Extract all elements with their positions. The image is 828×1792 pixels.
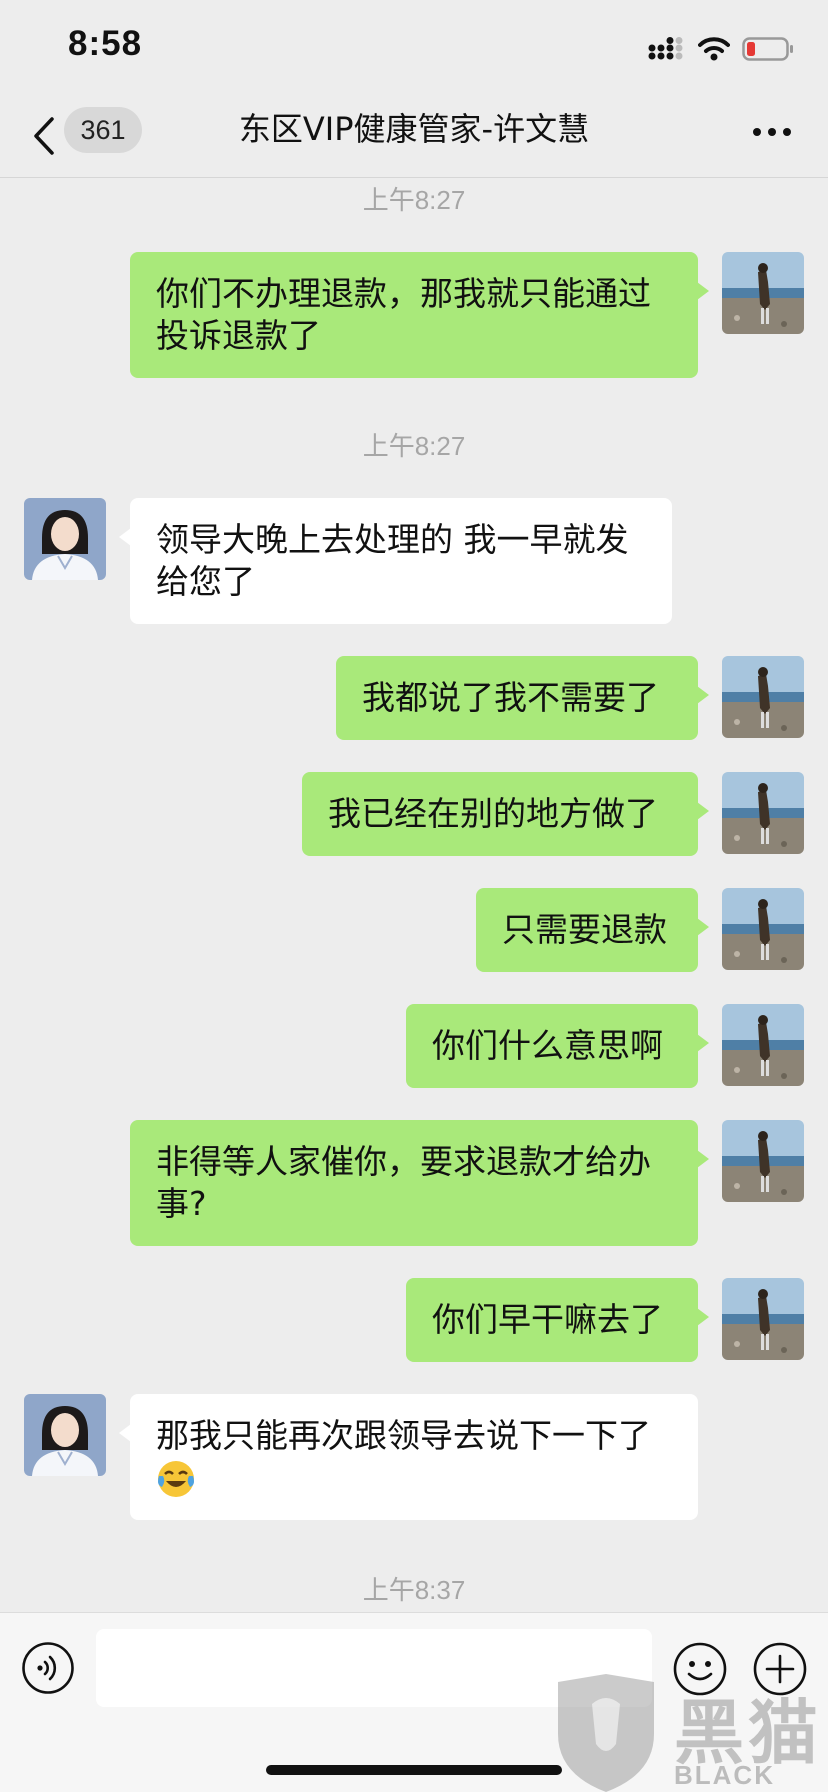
voice-icon[interactable] bbox=[21, 1641, 75, 1695]
beach-photo-avatar-image bbox=[722, 1278, 804, 1360]
contact-avatar[interactable] bbox=[24, 498, 106, 580]
beach-photo-avatar-image bbox=[722, 772, 804, 854]
beach-photo-avatar-image bbox=[722, 252, 804, 334]
consultant-photo-avatar-image bbox=[24, 1394, 106, 1476]
battery-icon bbox=[742, 37, 793, 61]
crying-laughing-emoji-icon bbox=[158, 1461, 194, 1497]
status-icons bbox=[648, 34, 794, 64]
timestamp: 上午8:37 bbox=[362, 1575, 466, 1605]
outgoing-message[interactable]: 你们不办理退款，那我就只能通过投诉退款了 bbox=[130, 252, 709, 378]
my-avatar[interactable] bbox=[722, 772, 804, 854]
outgoing-message[interactable]: 只需要退款 bbox=[476, 888, 709, 972]
timestamp: 上午8:27 bbox=[362, 185, 466, 215]
my-avatar[interactable] bbox=[722, 252, 804, 334]
outgoing-message[interactable]: 你们什么意思啊 bbox=[406, 1004, 709, 1088]
more-icon[interactable] bbox=[752, 126, 792, 138]
home-indicator[interactable] bbox=[266, 1765, 562, 1775]
contact-avatar[interactable] bbox=[24, 1394, 106, 1476]
chat-title: 东区VIP健康管家-许文慧 bbox=[238, 110, 590, 148]
incoming-message[interactable]: 领导大晚上去处理的 我一早就发给您了 bbox=[119, 498, 672, 624]
wifi-icon bbox=[698, 37, 730, 61]
beach-photo-avatar-image bbox=[722, 1004, 804, 1086]
unread-count-badge[interactable]: 361 bbox=[64, 107, 142, 153]
my-avatar[interactable] bbox=[722, 888, 804, 970]
status-bar: 8:58 bbox=[0, 0, 828, 96]
outgoing-message[interactable]: 你们早干嘛去了 bbox=[406, 1278, 709, 1362]
outgoing-message[interactable]: 非得等人家催你，要求退款才给办事? bbox=[130, 1120, 709, 1246]
beach-photo-avatar-image bbox=[722, 1120, 804, 1202]
my-avatar[interactable] bbox=[722, 1004, 804, 1086]
beach-photo-avatar-image bbox=[722, 888, 804, 970]
beach-photo-avatar-image bbox=[722, 656, 804, 738]
timestamp: 上午8:27 bbox=[362, 431, 466, 461]
signal-icon bbox=[648, 37, 683, 60]
my-avatar[interactable] bbox=[722, 656, 804, 738]
outgoing-message[interactable]: 我已经在别的地方做了 bbox=[302, 772, 709, 856]
message-text: 那我只能再次跟领导去说下一下了 bbox=[156, 1416, 651, 1455]
status-time: 8:58 bbox=[68, 24, 143, 63]
nav-bar: 361 东区VIP健康管家-许文慧 bbox=[0, 96, 828, 178]
incoming-message[interactable]: 那我只能再次跟领导去说下一下了 bbox=[119, 1394, 698, 1520]
watermark-subtext: BLACK CAT bbox=[674, 1760, 775, 1792]
consultant-photo-avatar-image bbox=[24, 498, 106, 580]
chevron-left-icon[interactable] bbox=[28, 111, 62, 161]
my-avatar[interactable] bbox=[722, 1278, 804, 1360]
outgoing-message[interactable]: 我都说了我不需要了 bbox=[336, 656, 709, 740]
my-avatar[interactable] bbox=[722, 1120, 804, 1202]
